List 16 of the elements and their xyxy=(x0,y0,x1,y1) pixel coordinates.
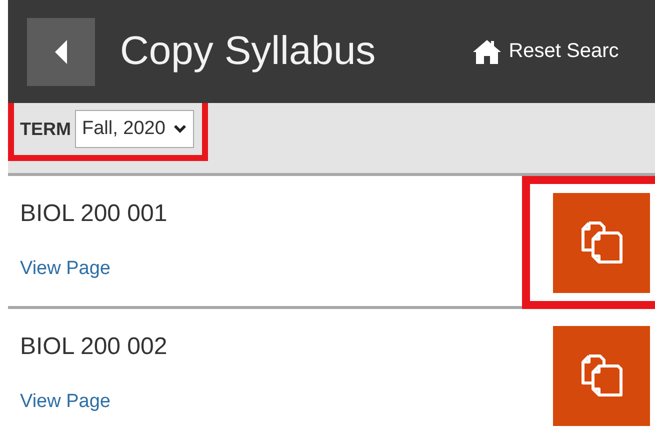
view-page-link[interactable]: View Page xyxy=(20,391,522,413)
caret-left-icon xyxy=(54,38,68,64)
copy-button[interactable] xyxy=(553,326,650,426)
reset-search-link[interactable]: Reset Searc xyxy=(472,38,619,64)
term-dropdown[interactable]: Fall, 2020 xyxy=(75,110,194,148)
page-title: Copy Syllabus xyxy=(120,29,376,74)
course-name: BIOL 200 001 xyxy=(20,200,168,228)
back-button[interactable] xyxy=(27,18,95,86)
chevron-down-icon xyxy=(173,124,188,134)
copy-icon xyxy=(580,352,624,398)
course-name: BIOL 200 002 xyxy=(20,333,168,361)
copy-button[interactable] xyxy=(553,192,650,292)
view-page-link[interactable]: View Page xyxy=(20,258,522,280)
term-label: TERM xyxy=(20,118,71,140)
home-icon xyxy=(472,38,502,64)
copy-icon xyxy=(580,220,624,266)
